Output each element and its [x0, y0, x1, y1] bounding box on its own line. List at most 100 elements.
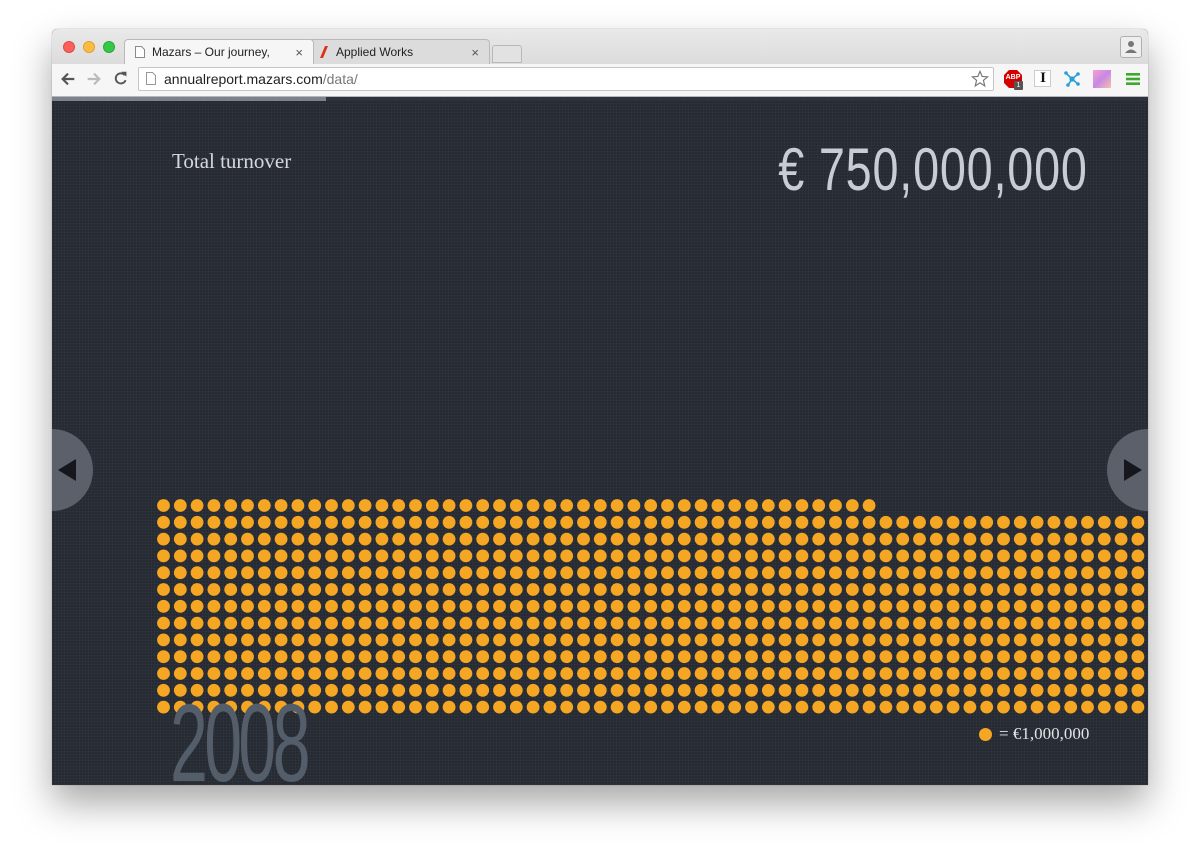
money-dot [476, 566, 490, 580]
money-dot [375, 515, 389, 529]
money-dot [274, 515, 288, 529]
money-dot [728, 633, 742, 647]
money-dot [879, 599, 893, 613]
money-dot [728, 700, 742, 714]
money-dot [257, 616, 271, 630]
money-dot [1013, 566, 1027, 580]
close-tab-icon[interactable]: × [295, 40, 303, 65]
money-dot [829, 650, 842, 664]
money-dot [627, 583, 641, 596]
money-dot [358, 683, 372, 697]
money-dot [1064, 532, 1078, 546]
forward-button[interactable] [84, 68, 104, 90]
instapaper-icon[interactable]: I [1033, 69, 1053, 89]
money-dot [241, 650, 254, 664]
money-dot [963, 566, 977, 580]
money-dot [291, 549, 305, 563]
money-dot [694, 566, 708, 580]
money-dot [157, 499, 170, 512]
triangle-right-icon [1124, 459, 1142, 481]
money-dot [1064, 566, 1078, 580]
money-dot [341, 549, 355, 563]
money-dot [207, 566, 221, 580]
money-dot [795, 549, 809, 563]
money-dot [946, 599, 960, 613]
money-dot [745, 650, 758, 664]
maximize-window-button[interactable] [103, 41, 115, 53]
minimize-window-button[interactable] [83, 41, 95, 53]
money-dot [190, 499, 204, 512]
close-window-button[interactable] [63, 41, 75, 53]
money-dot [560, 532, 574, 546]
money-dot [493, 583, 506, 596]
money-dot [409, 667, 422, 680]
new-tab-button[interactable] [492, 45, 522, 63]
money-dot [896, 683, 910, 697]
money-dot [845, 650, 859, 664]
money-dot [728, 499, 742, 512]
money-dot [997, 633, 1010, 647]
bookmark-star-icon[interactable] [971, 70, 989, 88]
money-dot [274, 599, 288, 613]
money-dot [980, 532, 994, 546]
money-dot [829, 700, 842, 714]
tab-applied-works[interactable]: Applied Works × [308, 39, 490, 64]
adblock-plus-icon[interactable]: ABP 1 [1003, 69, 1023, 90]
money-dot [459, 599, 473, 613]
address-bar[interactable]: annualreport.mazars.com/data/ [138, 67, 994, 91]
tab-mazars[interactable]: Mazars – Our journey, told × [124, 39, 314, 64]
money-dot [1114, 667, 1128, 680]
money-dot [862, 566, 876, 580]
money-dot [325, 499, 338, 512]
money-dot [577, 532, 590, 546]
molecule-icon[interactable] [1062, 69, 1082, 89]
money-dot [1114, 650, 1128, 664]
money-dot [560, 650, 574, 664]
close-tab-icon[interactable]: × [471, 40, 479, 65]
money-dot [308, 700, 322, 714]
money-dot [661, 683, 674, 697]
person-icon [1125, 41, 1137, 53]
money-dot [476, 515, 490, 529]
money-dot [795, 515, 809, 529]
money-dot [593, 515, 607, 529]
money-dot [459, 566, 473, 580]
money-dot [257, 667, 271, 680]
money-dot [1097, 566, 1111, 580]
money-dot [980, 549, 994, 563]
url-path: /data/ [322, 71, 358, 87]
money-dot [1047, 667, 1061, 680]
menu-icon[interactable] [1123, 69, 1143, 89]
money-dot [728, 650, 742, 664]
money-dot [845, 532, 859, 546]
money-dot [745, 599, 758, 613]
money-dot [476, 499, 490, 512]
money-dot [963, 599, 977, 613]
money-dot [224, 583, 238, 596]
money-dot [1030, 532, 1044, 546]
reload-button[interactable] [110, 68, 130, 90]
money-dot [997, 616, 1010, 630]
color-picker-icon[interactable] [1092, 69, 1112, 89]
money-dot [963, 650, 977, 664]
money-dot [560, 700, 574, 714]
money-dot [913, 532, 926, 546]
money-dot [1030, 515, 1044, 529]
money-dot [1081, 566, 1094, 580]
money-dot [241, 499, 254, 512]
money-dot [358, 616, 372, 630]
back-button[interactable] [58, 68, 78, 90]
money-dot [190, 515, 204, 529]
money-dot [929, 667, 943, 680]
money-dot [325, 683, 338, 697]
money-dot [1097, 549, 1111, 563]
money-dot [627, 633, 641, 647]
profile-button[interactable] [1120, 36, 1142, 58]
money-dot [325, 650, 338, 664]
money-dot [375, 566, 389, 580]
money-dot [173, 599, 187, 613]
money-dot [795, 499, 809, 512]
money-dot [509, 667, 523, 680]
tab-strip: Applied Works × Mazars – Our journey, to… [52, 29, 1148, 65]
money-dot [543, 700, 557, 714]
